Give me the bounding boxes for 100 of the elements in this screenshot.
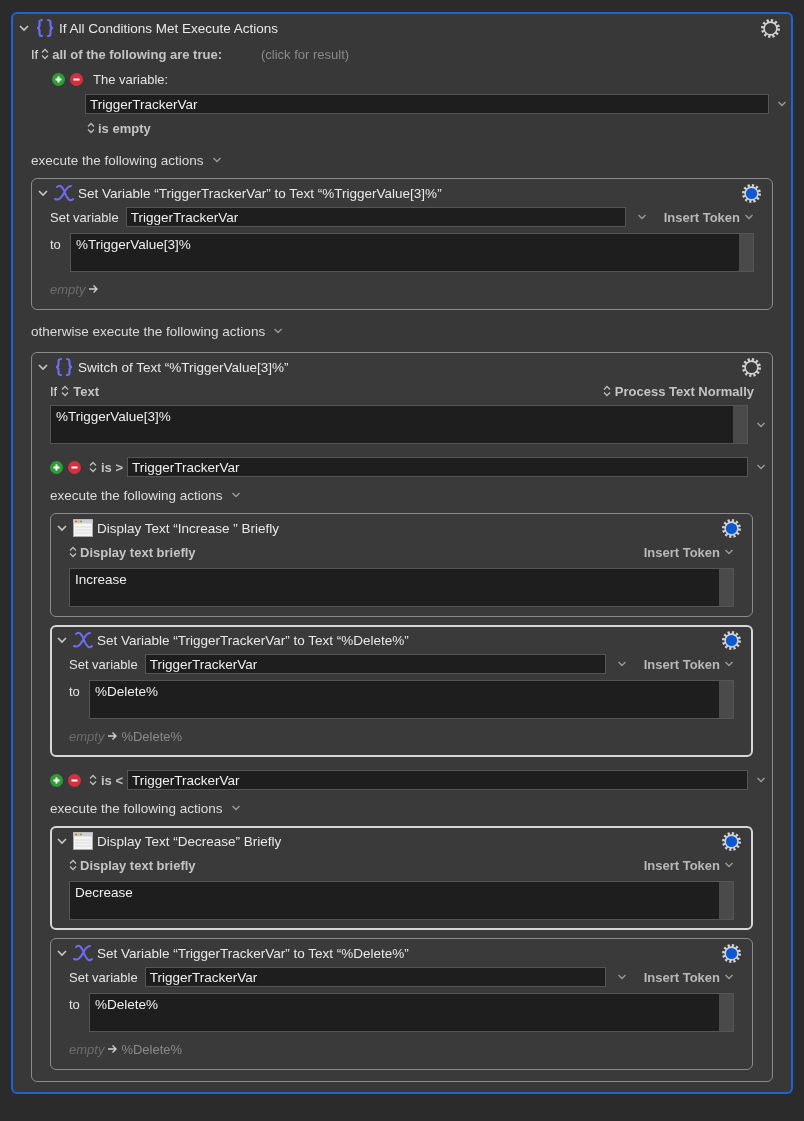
add-icon[interactable] bbox=[52, 72, 65, 86]
chevron-down-icon[interactable] bbox=[756, 420, 766, 429]
insert-token-button[interactable]: Insert Token bbox=[643, 969, 734, 985]
case-value-field[interactable]: TriggerTrackerVar bbox=[127, 770, 748, 790]
field-label: Set variable bbox=[50, 209, 119, 225]
action-card[interactable] bbox=[31, 352, 773, 1082]
result-after: %Delete% bbox=[121, 1041, 183, 1057]
remove-icon[interactable] bbox=[68, 773, 81, 787]
insert-token-button[interactable]: Insert Token bbox=[663, 209, 754, 225]
chevron-down-icon[interactable] bbox=[777, 100, 787, 108]
chevron-down-icon[interactable] bbox=[616, 660, 627, 668]
insert-token-button[interactable]: Insert Token bbox=[643, 544, 734, 560]
chevron-down-icon[interactable] bbox=[211, 156, 222, 164]
action-title: Set Variable “TriggerTrackerVar” to Text “%Delete%” bbox=[97, 945, 410, 961]
stepper-icon[interactable] bbox=[89, 461, 97, 473]
chevron-down-icon[interactable] bbox=[230, 491, 241, 499]
variable-field[interactable]: TriggerTrackerVar bbox=[144, 654, 606, 674]
chevron-down-icon[interactable] bbox=[230, 804, 241, 812]
disclosure-caret-icon[interactable] bbox=[19, 23, 29, 33]
action-title: Display Text “Decrease” Briefly bbox=[97, 833, 283, 849]
add-icon[interactable] bbox=[50, 460, 63, 474]
chevron-down-icon[interactable] bbox=[756, 776, 766, 784]
arrow-right-icon bbox=[88, 284, 100, 294]
stepper-icon[interactable] bbox=[69, 859, 77, 871]
section-label: execute the following actions bbox=[31, 152, 204, 168]
chevron-down-icon[interactable] bbox=[273, 327, 284, 335]
mode-selector[interactable]: Display text briefly bbox=[80, 857, 196, 873]
gear-outline-icon[interactable] bbox=[741, 356, 762, 378]
action-title: Set Variable “TriggerTrackerVar” to Text “%TriggerValue[3]%” bbox=[78, 185, 443, 201]
stepper-icon[interactable] bbox=[87, 122, 95, 134]
gear-icon[interactable] bbox=[721, 942, 742, 964]
variable-x-icon bbox=[72, 943, 94, 963]
operator-selector[interactable]: is < bbox=[101, 772, 124, 788]
stepper-icon[interactable] bbox=[602, 385, 611, 397]
value-text-area[interactable]: %Delete% bbox=[89, 680, 734, 719]
if-label: If bbox=[31, 46, 39, 62]
disclosure-caret-icon[interactable] bbox=[57, 948, 67, 958]
gear-icon[interactable] bbox=[721, 830, 742, 852]
action-title: Switch of Text “%TriggerValue[3]%” bbox=[78, 359, 290, 375]
braces-icon bbox=[34, 18, 56, 38]
window-icon bbox=[72, 831, 94, 851]
action-title: Set Variable “TriggerTrackerVar” to Text “%Delete%” bbox=[97, 632, 410, 648]
condition-test-selector[interactable]: is empty bbox=[98, 120, 151, 136]
variable-field[interactable]: TriggerTrackerVar bbox=[144, 967, 606, 987]
stepper-icon[interactable] bbox=[41, 48, 50, 60]
variable-x-icon bbox=[53, 183, 75, 203]
chevron-down-icon[interactable] bbox=[724, 660, 734, 668]
action-title: Display Text “Increase ” Briefly bbox=[97, 520, 281, 536]
chevron-down-icon[interactable] bbox=[756, 463, 766, 471]
field-label: Set variable bbox=[69, 656, 138, 672]
switch-text-area[interactable]: %TriggerValue[3]% bbox=[50, 405, 748, 444]
disclosure-caret-icon[interactable] bbox=[57, 523, 67, 533]
chevron-down-icon[interactable] bbox=[636, 213, 647, 221]
disclosure-caret-icon[interactable] bbox=[38, 188, 48, 198]
display-text-area[interactable]: Decrease bbox=[69, 881, 734, 920]
processing-selector[interactable]: Process Text Normally bbox=[614, 383, 754, 399]
field-label: Set variable bbox=[69, 969, 138, 985]
insert-token-button[interactable]: Insert Token bbox=[643, 656, 734, 672]
gear-outline-icon[interactable] bbox=[760, 17, 781, 39]
add-icon[interactable] bbox=[50, 773, 63, 787]
gear-icon[interactable] bbox=[741, 182, 762, 204]
operator-selector[interactable]: is > bbox=[101, 459, 124, 475]
if-label: If bbox=[50, 383, 58, 399]
remove-icon[interactable] bbox=[68, 460, 81, 474]
macro-action-panel[interactable] bbox=[11, 12, 793, 1094]
section-label: execute the following actions bbox=[50, 800, 223, 816]
field-label: to bbox=[50, 236, 62, 252]
mode-selector[interactable]: Display text briefly bbox=[80, 544, 196, 560]
disclosure-caret-icon[interactable] bbox=[38, 362, 48, 372]
chevron-down-icon[interactable] bbox=[744, 213, 754, 221]
remove-icon[interactable] bbox=[70, 72, 83, 86]
chevron-down-icon[interactable] bbox=[724, 861, 734, 869]
arrow-right-icon bbox=[107, 1044, 119, 1054]
gear-icon[interactable] bbox=[721, 629, 742, 651]
condition-mode-selector[interactable]: all of the following are true: bbox=[52, 46, 222, 62]
action-title: If All Conditions Met Execute Actions bbox=[59, 20, 280, 36]
chevron-down-icon[interactable] bbox=[724, 548, 734, 556]
source-selector[interactable]: Text bbox=[73, 383, 99, 399]
stepper-icon[interactable] bbox=[89, 774, 97, 786]
stepper-icon[interactable] bbox=[69, 546, 77, 558]
chevron-down-icon[interactable] bbox=[616, 973, 627, 981]
display-text-area[interactable]: Increase bbox=[69, 568, 734, 607]
variable-field[interactable]: TriggerTrackerVar bbox=[125, 207, 626, 227]
disclosure-caret-icon[interactable] bbox=[57, 836, 67, 846]
case-value-field[interactable]: TriggerTrackerVar bbox=[127, 457, 748, 477]
arrow-right-icon bbox=[107, 731, 119, 741]
value-text-area[interactable]: %Delete% bbox=[89, 993, 734, 1032]
section-label: otherwise execute the following actions bbox=[31, 323, 266, 339]
chevron-down-icon[interactable] bbox=[724, 973, 734, 981]
field-label: to bbox=[69, 683, 81, 699]
insert-token-button[interactable]: Insert Token bbox=[643, 857, 734, 873]
section-label: execute the following actions bbox=[50, 487, 223, 503]
disclosure-caret-icon[interactable] bbox=[57, 635, 67, 645]
stepper-icon[interactable] bbox=[61, 385, 70, 397]
action-card[interactable]: Display Text “Decrease” Briefly Display text briefly Insert Token Decrease bbox=[50, 826, 753, 930]
value-text-area[interactable]: %TriggerValue[3]% bbox=[70, 233, 754, 272]
gear-icon[interactable] bbox=[721, 517, 742, 539]
variable-name-field[interactable]: TriggerTrackerVar bbox=[85, 94, 769, 114]
result-after: %Delete% bbox=[121, 728, 183, 744]
action-card[interactable]: Display Text “Increase ” Briefly Display text briefly Insert Token Increase bbox=[50, 513, 753, 617]
